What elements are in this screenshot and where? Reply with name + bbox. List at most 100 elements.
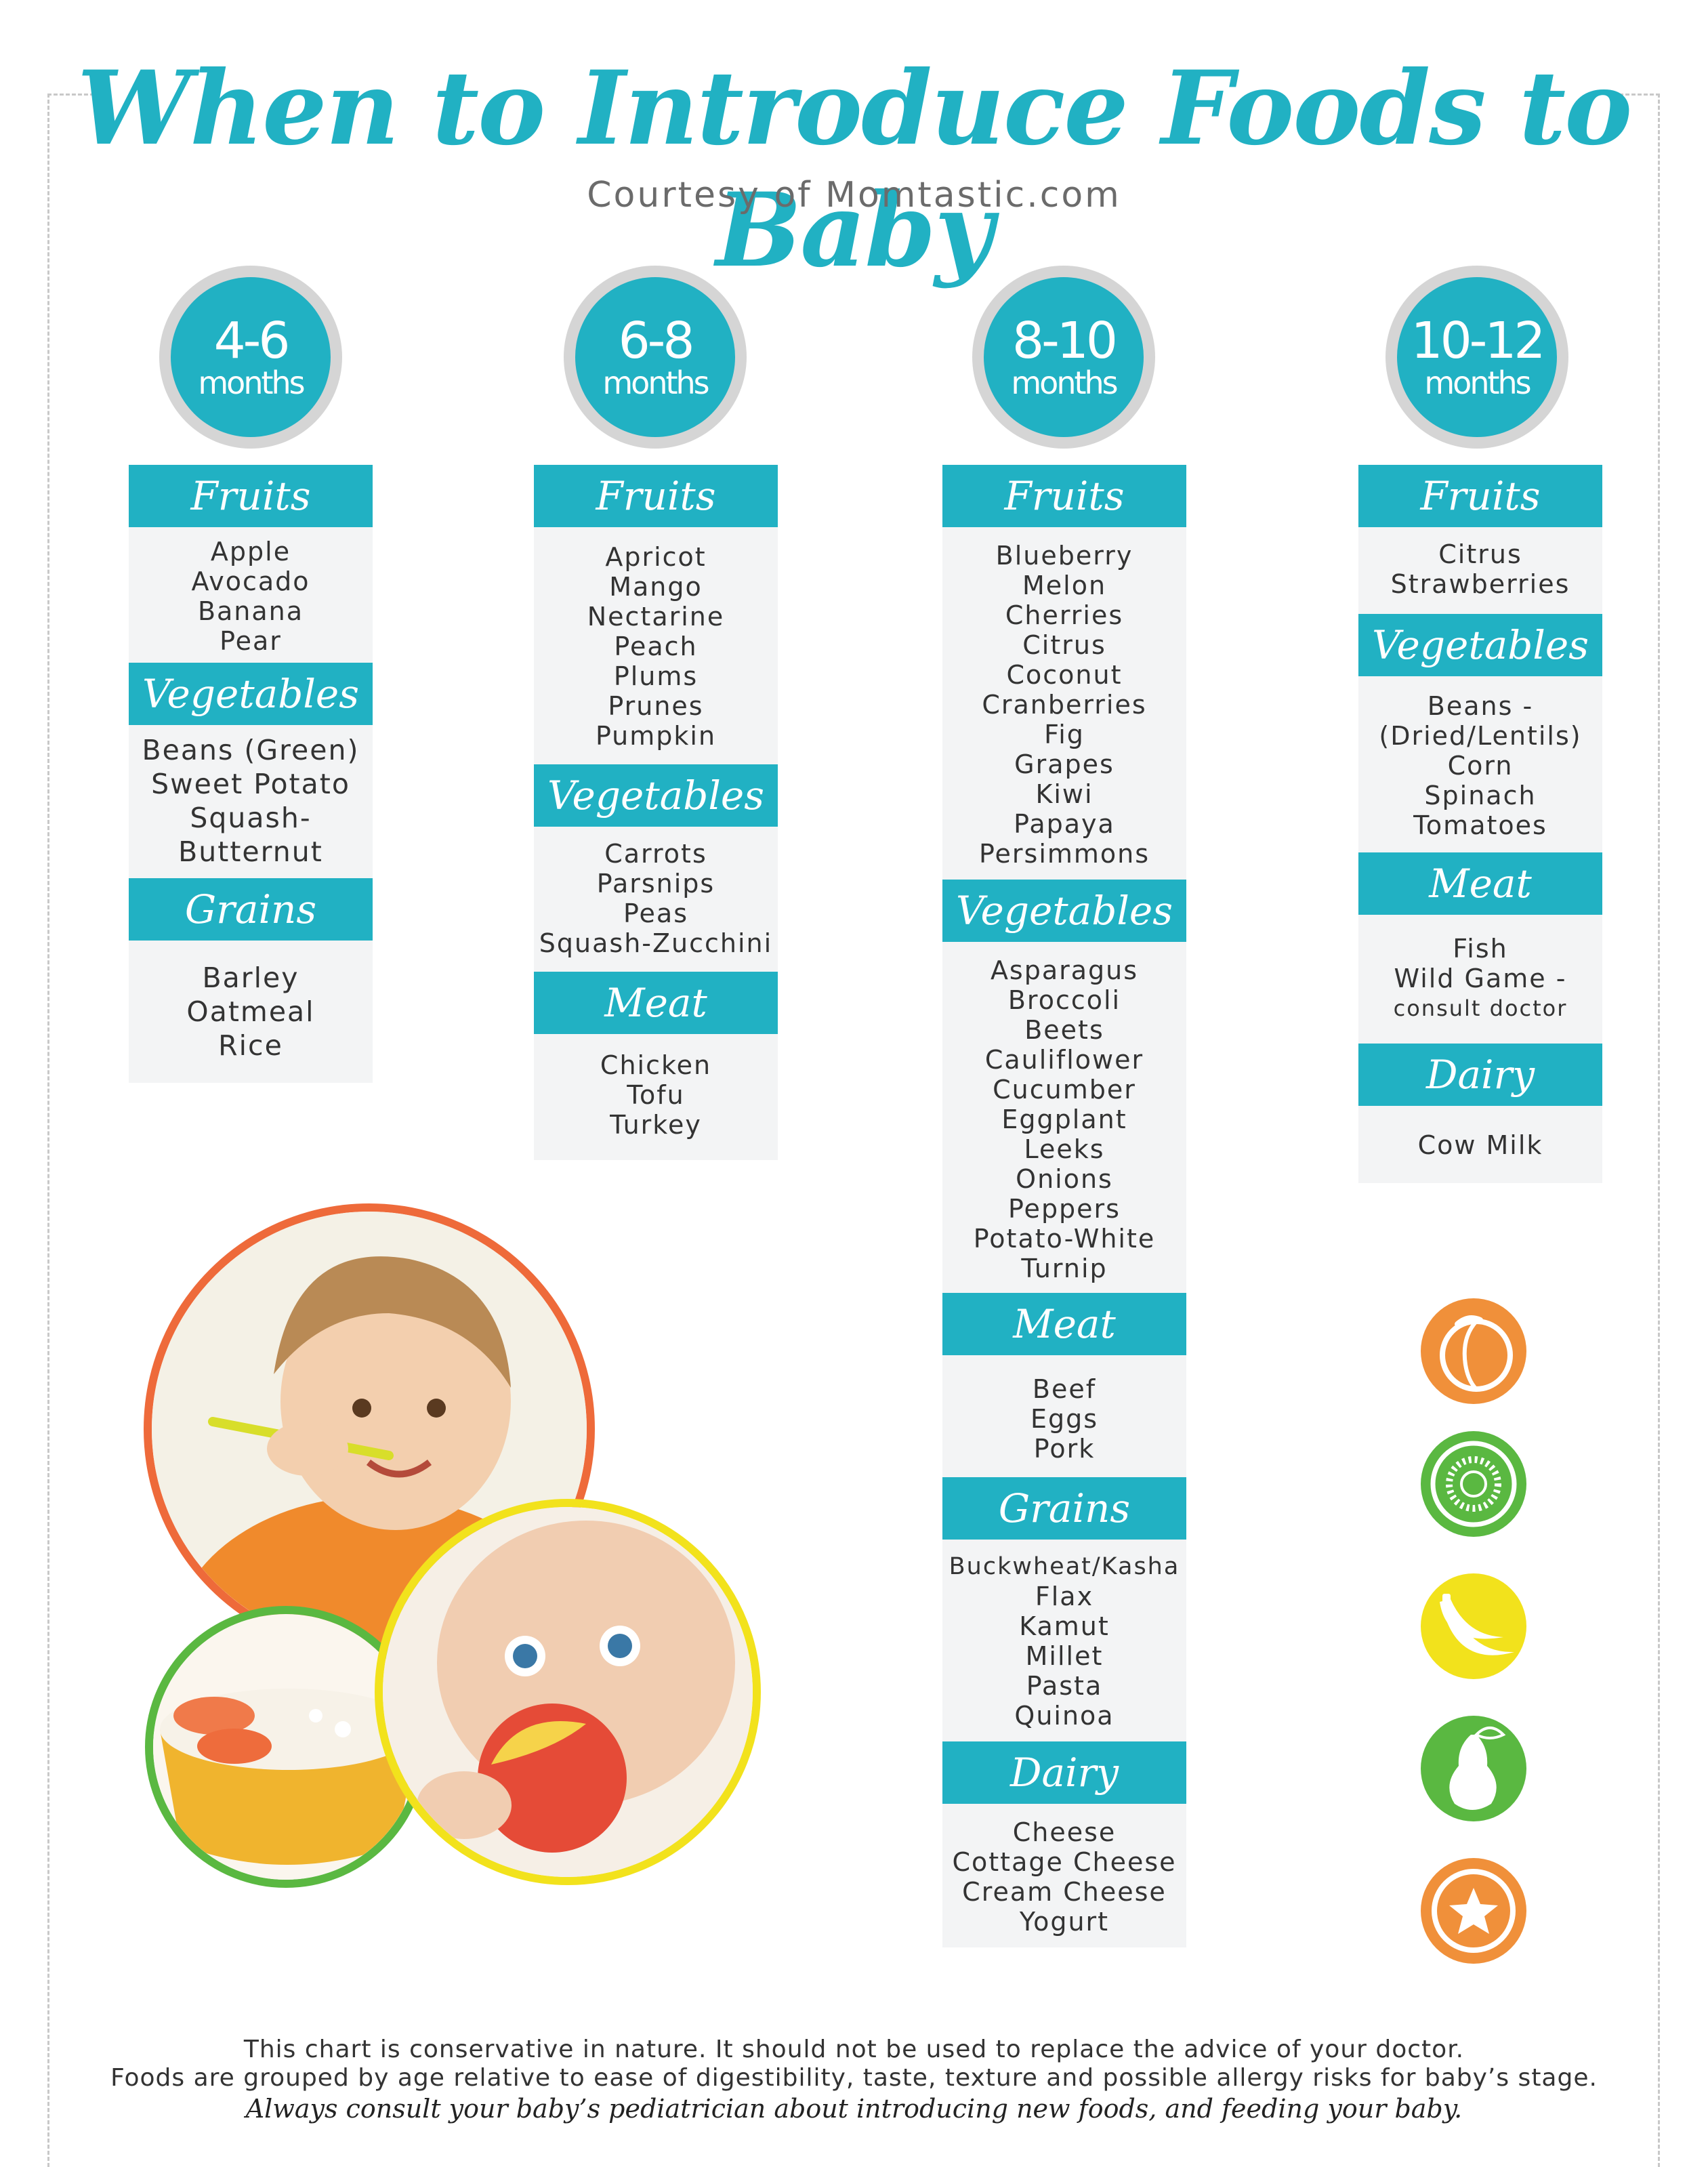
food-item: Rice xyxy=(218,1029,283,1062)
age-unit: months xyxy=(1424,365,1531,401)
footer-grouping-note: Foods are grouped by age relative to eas… xyxy=(110,2064,1598,2092)
food-item: Sweet Potato xyxy=(151,768,350,800)
food-item: Cottage Cheese xyxy=(952,1847,1177,1877)
food-item: Avocado xyxy=(191,566,310,596)
food-item: consult doctor xyxy=(1393,995,1568,1021)
food-item: Plums xyxy=(613,661,699,691)
section-dairy-list: Cheese Cottage Cheese Cream Cheese Yogur… xyxy=(942,1804,1186,1947)
food-item: Onions xyxy=(1016,1164,1113,1194)
food-item: Cherries xyxy=(1005,600,1124,630)
food-item: Eggplant xyxy=(1001,1105,1127,1134)
food-item: Coconut xyxy=(1006,660,1123,690)
food-item: Nectarine xyxy=(587,602,725,632)
food-item: Oatmeal xyxy=(186,995,315,1028)
food-item: Peas xyxy=(623,899,689,928)
section-heading-meat: Meat xyxy=(1358,852,1602,915)
food-item: (Dried/Lentils) xyxy=(1379,721,1582,751)
column-8-10-months: Fruits Blueberry Melon Cherries Citrus C… xyxy=(942,465,1186,1947)
section-heading-vegetables: Vegetables xyxy=(129,663,373,725)
age-badge-10-12: 10-12 months xyxy=(1386,266,1568,449)
age-badge-4-6: 4-6 months xyxy=(159,266,342,449)
food-item: Grapes xyxy=(1014,749,1115,779)
food-item: Tofu xyxy=(627,1080,685,1110)
food-item: Squash- xyxy=(190,802,312,834)
food-item: Corn xyxy=(1447,751,1514,781)
age-badge-6-8: 6-8 months xyxy=(564,266,747,449)
banana-icon xyxy=(1421,1573,1526,1679)
food-item: Spinach xyxy=(1424,781,1537,810)
food-item: Yogurt xyxy=(1019,1907,1110,1937)
peach-icon xyxy=(1421,1298,1526,1404)
section-heading-meat: Meat xyxy=(534,972,778,1034)
page-title: When to Introduce Foods to Baby xyxy=(77,49,1633,290)
food-item: Cream Cheese xyxy=(962,1877,1167,1907)
column-6-8-months: Fruits Apricot Mango Nectarine Peach Plu… xyxy=(534,465,778,1160)
food-item: Citrus xyxy=(1438,539,1522,569)
section-meat-list: Chicken Tofu Turkey xyxy=(534,1034,778,1160)
section-grains-list: Barley Oatmeal Rice xyxy=(129,941,373,1083)
section-heading-dairy: Dairy xyxy=(1358,1044,1602,1106)
section-fruits-list: Apple Avocado Banana Pear xyxy=(129,527,373,663)
food-item: Apple xyxy=(210,537,291,566)
food-item: Cauliflower xyxy=(984,1045,1144,1075)
food-item: Peppers xyxy=(1008,1194,1121,1224)
column-10-12-months: Fruits Citrus Strawberries Vegetables Be… xyxy=(1358,465,1602,1183)
section-heading-vegetables: Vegetables xyxy=(1358,614,1602,676)
food-item: Beets xyxy=(1024,1015,1104,1045)
section-dairy-list: Cow Milk xyxy=(1358,1106,1602,1183)
food-item: Parsnips xyxy=(596,869,715,899)
section-heading-vegetables: Vegetables xyxy=(534,764,778,827)
food-item: Leeks xyxy=(1024,1134,1105,1164)
food-item: Pork xyxy=(1033,1434,1096,1464)
age-unit: months xyxy=(198,365,305,401)
section-vegetables-list: Beans (Green) Sweet Potato Squash- Butte… xyxy=(129,725,373,878)
food-item: Buckwheat/Kasha xyxy=(949,1553,1180,1580)
food-item: Beans - xyxy=(1427,691,1534,721)
food-item: Fish xyxy=(1453,934,1508,964)
food-item: Eggs xyxy=(1030,1404,1099,1434)
section-vegetables-list: Carrots Parsnips Peas Squash-Zucchini xyxy=(534,827,778,972)
food-item: Tomatoes xyxy=(1413,810,1547,840)
food-item: Pear xyxy=(220,626,282,656)
food-item: Turkey xyxy=(610,1110,702,1140)
section-heading-fruits: Fruits xyxy=(1358,465,1602,527)
food-item: Butternut xyxy=(178,835,323,868)
section-heading-vegetables: Vegetables xyxy=(942,880,1186,942)
section-vegetables-list: Asparagus Broccoli Beets Cauliflower Cuc… xyxy=(942,942,1186,1293)
food-item: Beans (Green) xyxy=(142,734,360,766)
section-vegetables-list: Beans - (Dried/Lentils) Corn Spinach Tom… xyxy=(1358,676,1602,852)
food-item: Cranberries xyxy=(982,690,1147,720)
food-item: Wild Game - xyxy=(1394,964,1567,993)
food-item: Kamut xyxy=(1019,1611,1110,1641)
food-item: Squash-Zucchini xyxy=(539,928,773,958)
food-item: Cow Milk xyxy=(1417,1130,1543,1160)
section-fruits-list: Citrus Strawberries xyxy=(1358,527,1602,614)
footer-consult-note: Always consult your baby’s pediatrician … xyxy=(245,2094,1463,2124)
food-item: Asparagus xyxy=(990,955,1139,985)
food-item: Peach xyxy=(614,632,698,661)
section-heading-fruits: Fruits xyxy=(942,465,1186,527)
food-item: Melon xyxy=(1022,571,1107,600)
age-range: 8-10 xyxy=(1012,312,1118,370)
food-item: Apricot xyxy=(605,542,707,572)
food-item: Pumpkin xyxy=(595,721,717,751)
food-item: Quinoa xyxy=(1014,1701,1115,1731)
food-item: Pasta xyxy=(1026,1671,1103,1701)
food-item: Cheese xyxy=(1012,1817,1117,1847)
food-item: Turnip xyxy=(1021,1254,1108,1283)
section-heading-fruits: Fruits xyxy=(534,465,778,527)
food-item: Fig xyxy=(1044,720,1085,749)
section-meat-list: Beef Eggs Pork xyxy=(942,1355,1186,1477)
age-range: 10-12 xyxy=(1411,312,1545,370)
food-item: Papaya xyxy=(1014,809,1115,839)
food-item: Banana xyxy=(197,596,304,626)
food-item: Carrots xyxy=(604,839,707,869)
food-item: Cucumber xyxy=(993,1075,1136,1105)
page-subtitle: Courtesy of Momtastic.com xyxy=(587,175,1121,215)
food-item: Kiwi xyxy=(1035,779,1093,809)
food-item: Potato-White xyxy=(973,1224,1156,1254)
section-fruits-list: Blueberry Melon Cherries Citrus Coconut … xyxy=(942,527,1186,880)
section-heading-grains: Grains xyxy=(942,1477,1186,1540)
food-item: Strawberries xyxy=(1390,569,1570,599)
section-grains-list: Buckwheat/Kasha Flax Kamut Millet Pasta … xyxy=(942,1540,1186,1741)
